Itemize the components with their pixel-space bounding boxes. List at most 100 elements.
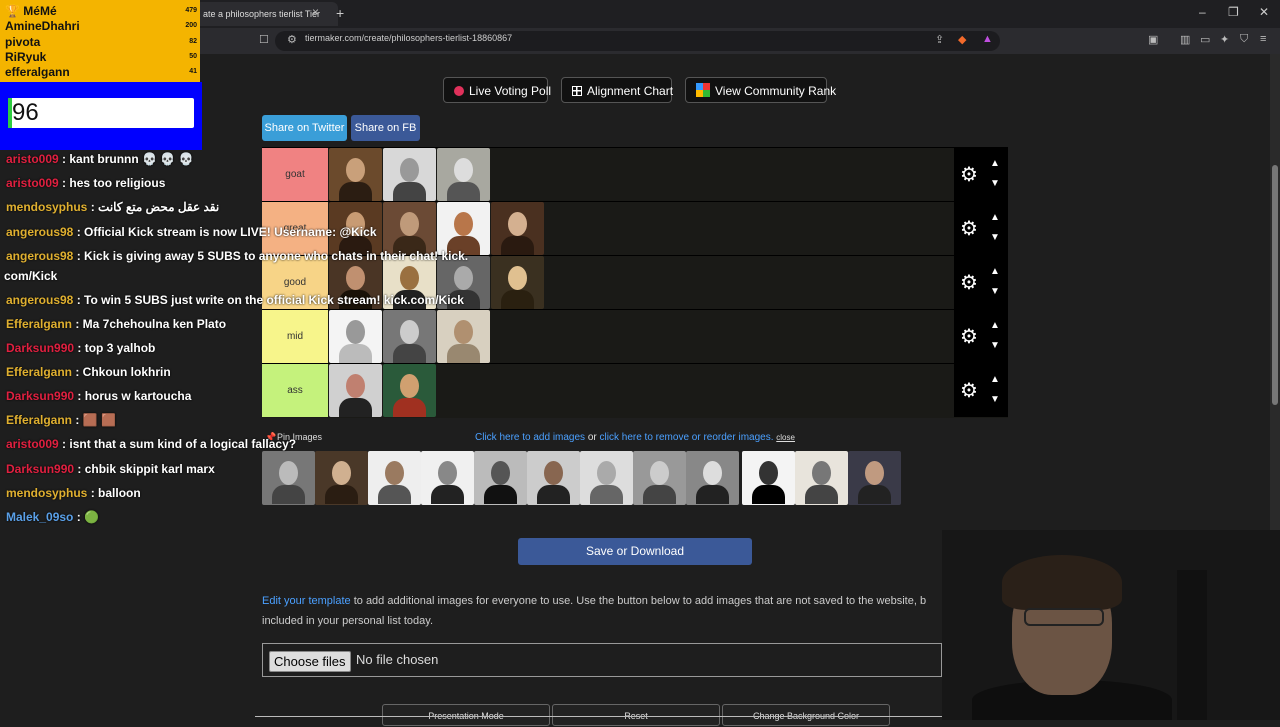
- chat-user: Efferalgann: [6, 365, 73, 379]
- chat-text: : horus w kartoucha: [74, 389, 192, 403]
- brave-shield-icon[interactable]: ◆: [958, 33, 966, 46]
- chat-user: Darksun990: [6, 389, 75, 403]
- move-down-icon[interactable]: ▼: [990, 390, 1000, 410]
- sidebar-icon[interactable]: ▥: [1180, 33, 1190, 46]
- tab-close-icon[interactable]: ×: [312, 5, 319, 19]
- gear-icon[interactable]: ⚙: [960, 216, 978, 241]
- tier-label[interactable]: mid: [262, 310, 328, 363]
- close-link[interactable]: close: [776, 433, 795, 442]
- philosopher-image[interactable]: [437, 148, 490, 201]
- chat-message: Malek_09so : 🟢: [6, 510, 99, 524]
- minimize-button[interactable]: –: [1199, 5, 1206, 19]
- gear-icon[interactable]: ⚙: [960, 324, 978, 349]
- wallet-icon[interactable]: ▭: [1200, 33, 1210, 46]
- philosopher-image[interactable]: [491, 202, 544, 255]
- edit-template-link[interactable]: Edit your template: [262, 595, 351, 607]
- philosopher-image[interactable]: [329, 148, 382, 201]
- chat-text: : Ma 7chehoulna ken Plato: [72, 317, 227, 331]
- gear-icon[interactable]: ⚙: [960, 270, 978, 295]
- scrollbar-thumb[interactable]: [1272, 165, 1278, 405]
- close-window-button[interactable]: ✕: [1259, 5, 1269, 19]
- philosopher-image[interactable]: [329, 310, 382, 363]
- chat-user: Malek_09so: [6, 510, 74, 524]
- share-fb-button[interactable]: Share on FB: [351, 115, 420, 141]
- restore-button[interactable]: ❐: [1228, 5, 1239, 19]
- philosopher-image[interactable]: [437, 202, 490, 255]
- reset-button[interactable]: Reset: [552, 704, 720, 726]
- philosopher-image[interactable]: [795, 451, 848, 505]
- bottom-divider: [255, 716, 945, 717]
- add-images-link[interactable]: Click here to add images: [475, 432, 585, 443]
- file-input[interactable]: Choose files No file chosen: [262, 643, 942, 677]
- save-download-button[interactable]: Save or Download: [518, 538, 752, 565]
- streamer-hair: [1002, 555, 1122, 610]
- chat-text: : isnt that a sum kind of a logical fall…: [58, 437, 297, 451]
- philosopher-image[interactable]: [383, 364, 436, 417]
- philosopher-image[interactable]: [315, 451, 368, 505]
- url-text[interactable]: tiermaker.com/create/philosophers-tierli…: [305, 33, 512, 43]
- philosopher-image[interactable]: [633, 451, 686, 505]
- move-down-icon[interactable]: ▼: [990, 228, 1000, 248]
- move-down-icon[interactable]: ▼: [990, 174, 1000, 194]
- philosopher-image[interactable]: [474, 451, 527, 505]
- tier-label[interactable]: ass: [262, 364, 328, 417]
- chat-message: Darksun990 : chbik skippit karl marx: [6, 462, 215, 476]
- rewards-icon[interactable]: ▲: [982, 33, 993, 45]
- philosopher-image[interactable]: [329, 364, 382, 417]
- leaderboard-name: pivota: [5, 35, 41, 49]
- site-info-icon[interactable]: ⚙: [287, 33, 297, 46]
- philosopher-image[interactable]: [848, 451, 901, 505]
- leaderboard-row: 🏆 MéMé 479: [5, 4, 197, 19]
- philosopher-image[interactable]: [383, 310, 436, 363]
- philosopher-image[interactable]: [383, 148, 436, 201]
- philosopher-image[interactable]: [383, 202, 436, 255]
- tier-label[interactable]: goat: [262, 148, 328, 201]
- chat-text: : balloon: [87, 486, 141, 500]
- chat-text: : chbik skippit karl marx: [74, 462, 215, 476]
- vpn-icon[interactable]: ⛉: [1240, 33, 1248, 46]
- new-tab-button[interactable]: +: [336, 5, 344, 21]
- live-voting-poll-button[interactable]: Live Voting Poll: [443, 77, 552, 103]
- live-voting-poll-label: Live Voting Poll: [469, 84, 552, 98]
- image-links: Click here to add images or click here t…: [475, 432, 795, 443]
- chat-user: aristo009: [6, 437, 59, 451]
- leaderboard-overlay: 🏆 MéMé 479 AmineDhahri 200 pivota 82 RiRyuk…: [0, 0, 200, 82]
- view-community-rank-button[interactable]: View Community Rank: [685, 77, 836, 103]
- choose-files-button[interactable]: Choose files: [269, 651, 351, 672]
- chat-message: angerous98 : Kick is giving away 5 SUBS …: [6, 249, 468, 263]
- move-up-icon[interactable]: ▲: [990, 208, 1000, 228]
- share-icon[interactable]: ⇪: [935, 33, 944, 46]
- ai-icon[interactable]: ✦: [1220, 33, 1229, 46]
- menu-icon[interactable]: ≡: [1260, 33, 1266, 45]
- philosopher-image[interactable]: [686, 451, 739, 505]
- philosopher-image[interactable]: [742, 451, 795, 505]
- philosopher-image[interactable]: [491, 256, 544, 309]
- philosopher-image[interactable]: [421, 451, 474, 505]
- presentation-mode-button[interactable]: Presentation Mode: [382, 704, 550, 726]
- gear-icon[interactable]: ⚙: [960, 162, 978, 187]
- chat-text: : To win 5 SUBS just write on the offici…: [73, 293, 464, 307]
- move-down-icon[interactable]: ▼: [990, 282, 1000, 302]
- alignment-chart-button[interactable]: Alignment Chart: [561, 77, 673, 103]
- gear-icon[interactable]: ⚙: [960, 378, 978, 403]
- change-bg-color-button[interactable]: Change Background Color: [722, 704, 890, 726]
- move-up-icon[interactable]: ▲: [990, 262, 1000, 282]
- philosopher-image[interactable]: [368, 451, 421, 505]
- move-up-icon[interactable]: ▲: [990, 154, 1000, 174]
- philosopher-image[interactable]: [527, 451, 580, 505]
- leaderboard-row: efferalgann 41: [5, 65, 197, 80]
- remove-images-link[interactable]: click here to remove or reorder images.: [600, 432, 774, 443]
- reader-icon[interactable]: ▣: [1148, 33, 1158, 46]
- philosopher-image[interactable]: [437, 310, 490, 363]
- move-up-icon[interactable]: ▲: [990, 316, 1000, 336]
- move-down-icon[interactable]: ▼: [990, 336, 1000, 356]
- leaderboard-name: AmineDhahri: [5, 19, 80, 33]
- leaderboard-name: RiRyuk: [5, 50, 47, 64]
- philosopher-image[interactable]: [262, 451, 315, 505]
- share-twitter-button[interactable]: Share on Twitter: [262, 115, 347, 141]
- counter-progress: [8, 98, 12, 128]
- philosopher-image[interactable]: [580, 451, 633, 505]
- bookmark-icon[interactable]: ☐: [259, 33, 269, 46]
- move-up-icon[interactable]: ▲: [990, 370, 1000, 390]
- counter-value: 96: [8, 98, 194, 128]
